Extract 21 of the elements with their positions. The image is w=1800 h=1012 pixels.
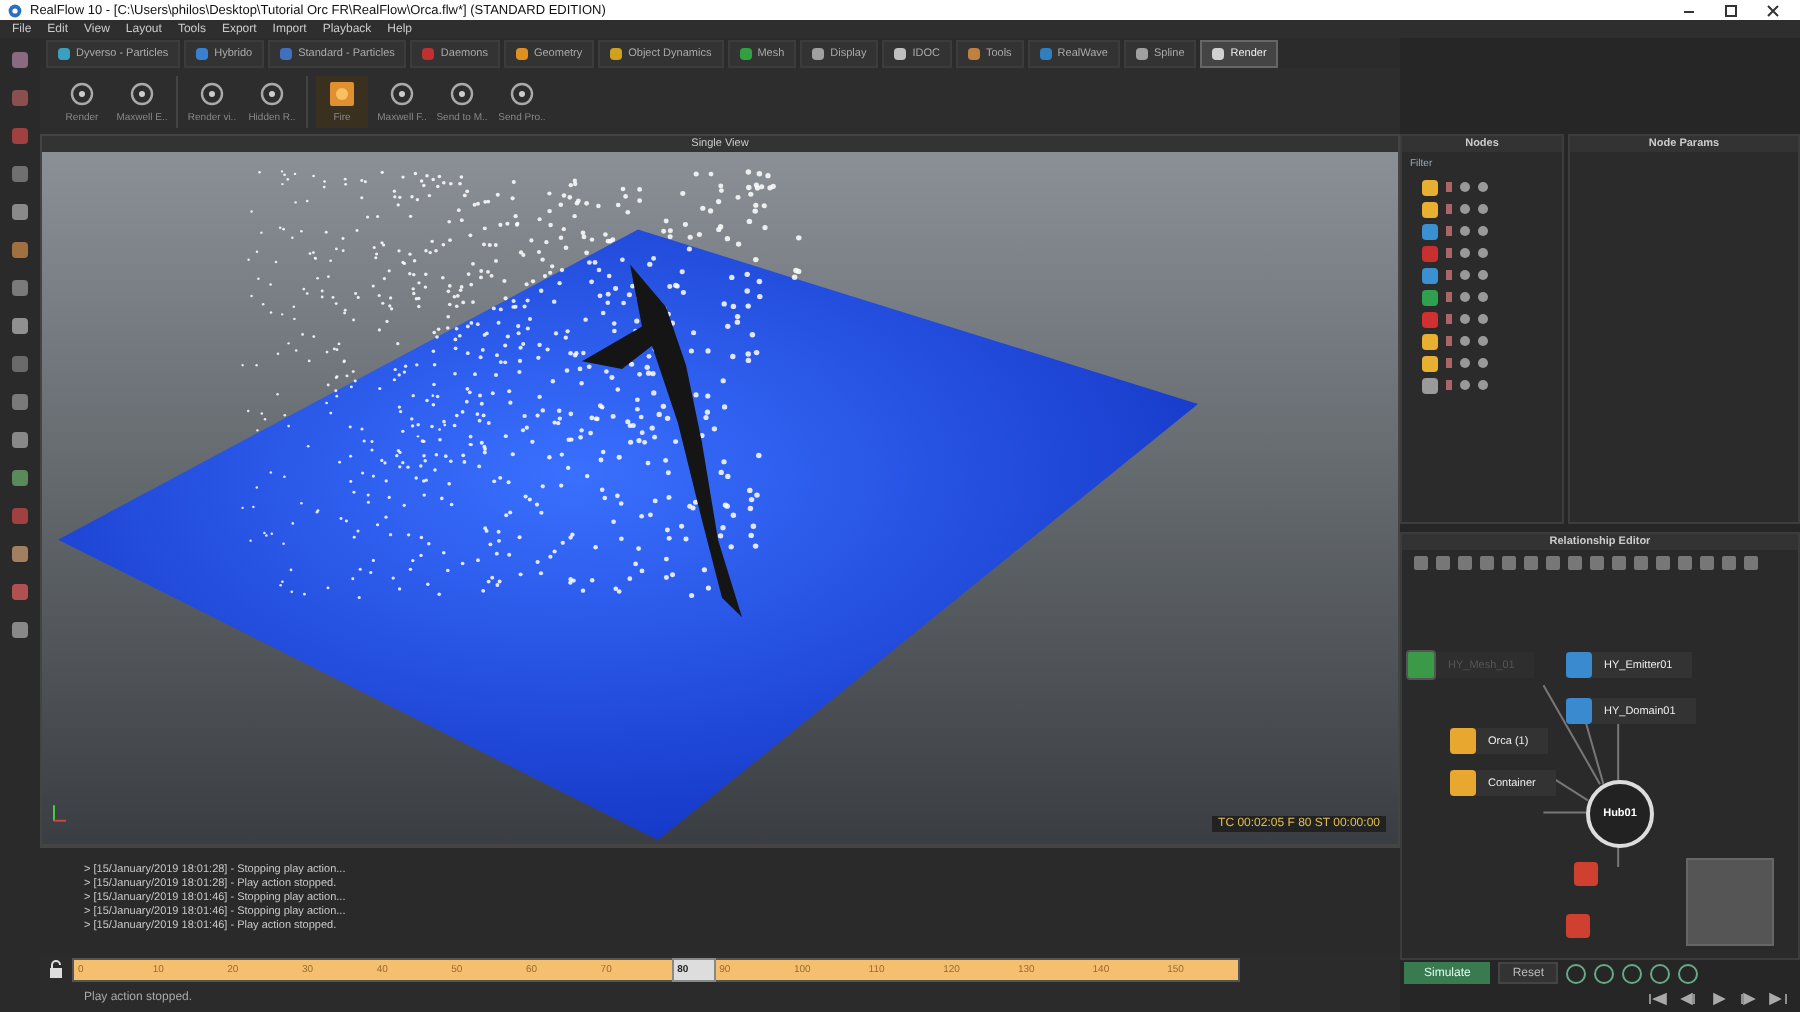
render-icon	[258, 79, 286, 107]
skip-forward-icon	[1768, 992, 1788, 1006]
simulation-tool-icon[interactable]	[1622, 963, 1643, 983]
render-icon	[448, 79, 476, 107]
step-forward-icon	[1738, 992, 1758, 1006]
render-icon	[388, 79, 416, 107]
simulation-tool-icon[interactable]	[1594, 963, 1615, 983]
render-icon	[68, 79, 96, 107]
play-icon	[1708, 992, 1728, 1006]
step-back-icon	[1678, 992, 1698, 1006]
render-icon	[198, 79, 226, 107]
simulation-tool-icon[interactable]	[1650, 963, 1671, 983]
render-icon	[508, 79, 536, 107]
close-icon	[1766, 3, 1780, 17]
lock-icon	[48, 960, 64, 978]
simulation-tool-icon[interactable]	[1566, 963, 1587, 983]
simulation-tool-icon[interactable]	[1678, 963, 1699, 983]
render-icon	[128, 79, 156, 107]
fire-icon	[328, 79, 356, 107]
axis-gizmo-icon	[53, 804, 67, 822]
skip-back-icon	[1648, 992, 1668, 1006]
